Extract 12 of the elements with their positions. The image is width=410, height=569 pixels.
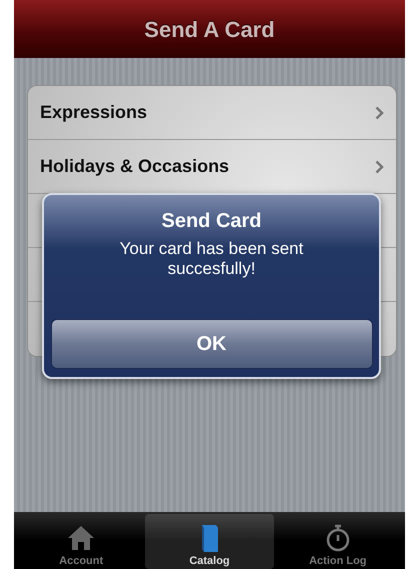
list-item-label: Expressions — [40, 101, 148, 124]
chevron-icon — [375, 106, 384, 120]
list-item-label: Holidays & Occasions — [40, 155, 230, 178]
list-item[interactable]: Expressions — [28, 86, 396, 140]
alert-title: Send Card — [161, 209, 262, 233]
tab[interactable]: Account — [17, 514, 146, 569]
alert-message: Your card has been sent succesfully! — [118, 239, 304, 278]
tab[interactable]: Action Log — [274, 514, 402, 569]
ok-button[interactable]: OK — [50, 319, 372, 369]
nav-title: Send A Card — [144, 16, 275, 44]
tab[interactable]: Catalog — [145, 514, 274, 569]
chevron-icon — [375, 160, 384, 174]
